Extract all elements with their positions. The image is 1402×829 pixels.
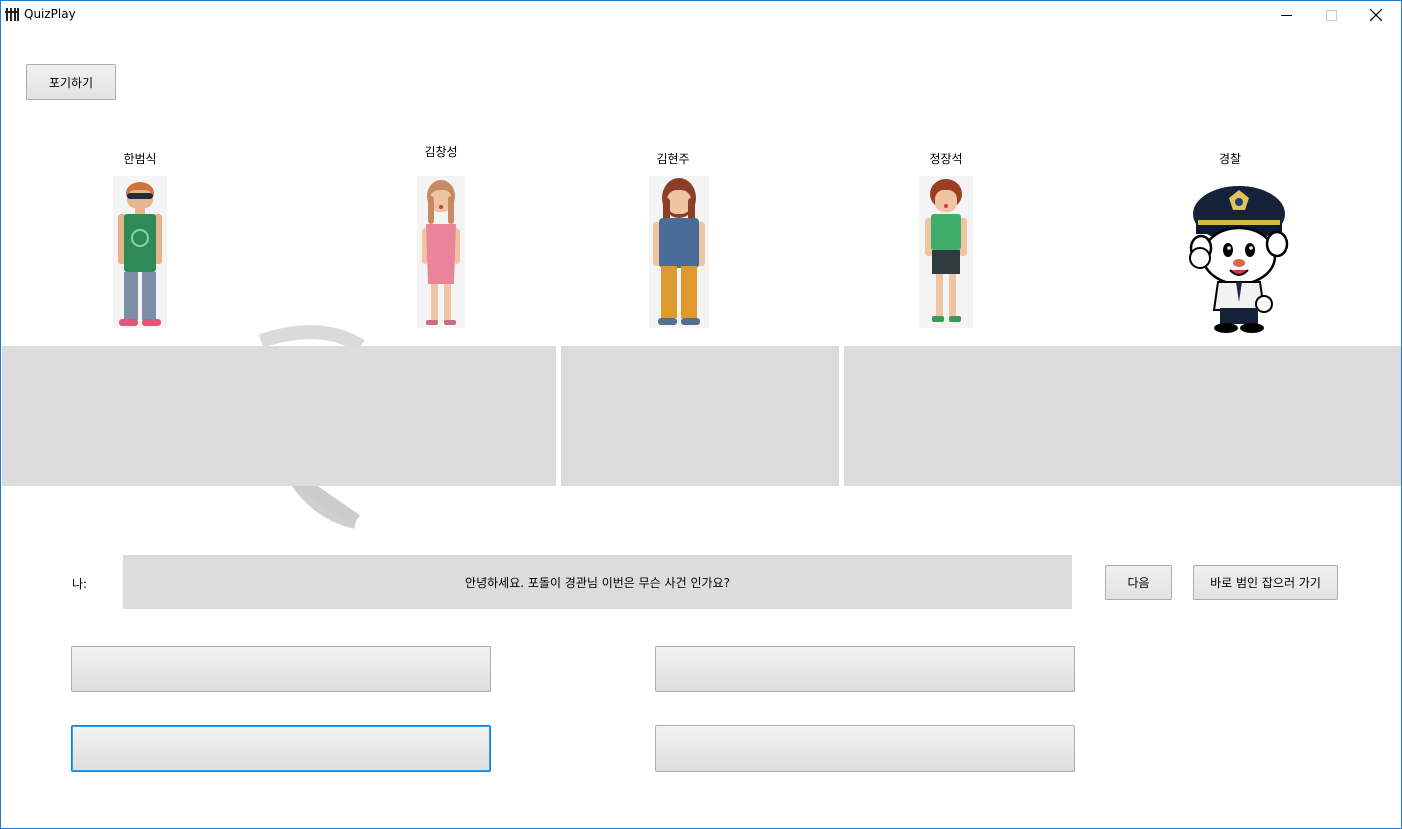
man-sunglasses-avatar [113, 176, 167, 328]
quizplay-window: QuizPlay 포기하기 한범식 김창성 김현주 정장석 경찰 나: 안녕하세… [0, 0, 1402, 829]
police-officer-cartoon [1189, 186, 1289, 333]
dialog-panel-middle [561, 346, 839, 486]
maximize-button[interactable] [1308, 1, 1354, 29]
catch-culprit-button[interactable]: 바로 범인 잡으러 가기 [1193, 565, 1338, 600]
answer-button-2[interactable] [655, 646, 1075, 692]
answer-button-4[interactable] [655, 725, 1075, 772]
answer-button-3[interactable] [71, 725, 491, 772]
give-up-button[interactable]: 포기하기 [26, 64, 116, 100]
message-box: 안녕하세요. 포돌이 경관님 이번은 무슨 사건 인가요? [123, 555, 1072, 609]
dialog-panel-left [2, 346, 556, 486]
window-title: QuizPlay [24, 7, 76, 21]
close-button[interactable] [1353, 1, 1399, 29]
next-button[interactable]: 다음 [1105, 565, 1172, 600]
character-name-4: 정장석 [929, 152, 963, 166]
close-icon [1370, 9, 1382, 21]
answer-button-1[interactable] [71, 646, 491, 692]
woman-pink-dress-avatar [417, 176, 465, 328]
character-name-5: 경찰 [1218, 152, 1242, 166]
character-name-3: 김현주 [656, 152, 690, 166]
woman-green-top-avatar [919, 176, 973, 328]
app-icon [5, 8, 19, 21]
woman-blue-top-avatar [649, 176, 709, 328]
character-name-2: 김창성 [424, 145, 458, 159]
message-text: 안녕하세요. 포돌이 경관님 이번은 무슨 사건 인가요? [465, 575, 730, 590]
minimize-button[interactable] [1263, 1, 1309, 29]
speaker-label: 나: [72, 577, 88, 591]
character-name-1: 한범식 [123, 152, 157, 166]
title-bar: QuizPlay [1, 1, 1401, 29]
dialog-panel-right [844, 346, 1401, 486]
maximize-icon [1325, 9, 1337, 21]
minimize-icon [1280, 14, 1292, 16]
